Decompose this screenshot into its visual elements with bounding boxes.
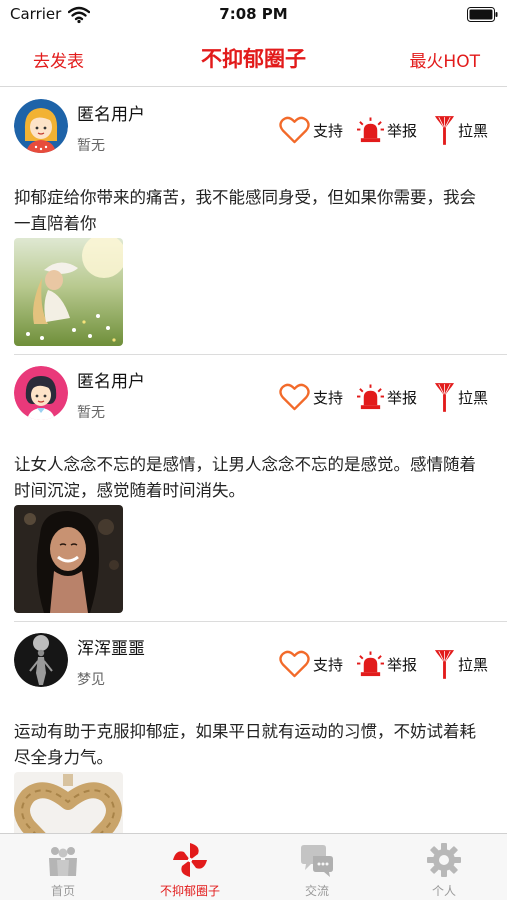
report-label: 举报 (387, 655, 418, 674)
post-content: 运动有助于克服抑郁症，如果平日就有运动的习惯，不妨试着耗尽全身力气。 (14, 722, 476, 767)
post-content: 抑郁症给你带来的痛苦，我不能感同身受，但如果你需要，我会一直陪着你 (14, 188, 476, 233)
post-feed[interactable]: 匿名用户 暂无 支持 举报 拉黑 抑郁症给你带来的痛苦，我不能感同身受，但如果你… (0, 88, 507, 833)
smiling-woman-photo[interactable] (14, 505, 123, 613)
block-button[interactable]: 拉黑 (434, 649, 488, 679)
heart-icon (279, 383, 310, 410)
tab-chat[interactable]: 交流 (254, 834, 380, 900)
support-label: 支持 (313, 655, 344, 674)
status-bar: Carrier 7:08 PM (0, 0, 507, 30)
block-button[interactable]: 拉黑 (434, 115, 488, 145)
post-subtitle: 梦见 (77, 672, 105, 688)
support-button[interactable]: 支持 (279, 115, 343, 145)
people-icon (45, 842, 81, 878)
broom-icon (434, 115, 455, 145)
block-label: 拉黑 (458, 388, 489, 407)
post-username: 匿名用户 (77, 105, 145, 125)
support-button[interactable]: 支持 (279, 382, 343, 412)
post-subtitle: 暂无 (77, 138, 105, 154)
support-button[interactable]: 支持 (279, 649, 343, 679)
broom-icon (434, 649, 455, 679)
heart-icon (279, 116, 310, 143)
alarm-icon (357, 383, 384, 409)
battery-icon (467, 7, 498, 22)
post-subtitle: 暂无 (77, 405, 105, 421)
dark-figure-avatar-icon[interactable] (14, 633, 68, 687)
pinwheel-icon (172, 842, 208, 878)
tab-label: 首页 (50, 884, 75, 898)
clock: 7:08 PM (219, 5, 288, 23)
post-card: 浑浑噩噩 梦见 支持 举报 拉黑 运动有助于克服抑郁症，如果平日就有运动的习惯，… (0, 622, 507, 833)
report-label: 举报 (387, 121, 418, 140)
dark-haired-girl-avatar-icon[interactable] (14, 366, 68, 420)
post-username: 匿名用户 (77, 372, 145, 392)
post-username: 浑浑噩噩 (77, 639, 145, 659)
chat-icon (299, 842, 335, 878)
nav-bar: 去发表 不抑郁圈子 最火HOT (0, 30, 507, 87)
alarm-icon (357, 116, 384, 142)
tab-bar: 首页 不抑郁圈子 交流 个人 (0, 833, 507, 900)
report-button[interactable]: 举报 (357, 382, 417, 412)
tab-home[interactable]: 首页 (0, 834, 126, 900)
support-label: 支持 (313, 121, 344, 140)
tab-profile[interactable]: 个人 (381, 834, 507, 900)
post-card: 匿名用户 暂无 支持 举报 (0, 88, 507, 355)
tab-label: 交流 (304, 884, 329, 898)
block-button[interactable]: 拉黑 (434, 382, 488, 412)
broom-icon (434, 382, 455, 412)
report-button[interactable]: 举报 (357, 115, 417, 145)
tab-circle[interactable]: 不抑郁圈子 (127, 834, 253, 900)
block-label: 拉黑 (458, 121, 489, 140)
alarm-icon (357, 650, 384, 676)
girl-in-meadow-photo[interactable] (14, 238, 123, 346)
blonde-girl-avatar-icon[interactable] (14, 99, 68, 153)
gear-icon (426, 842, 462, 878)
tab-label: 个人 (431, 884, 456, 898)
wooden-heart-photo[interactable] (14, 772, 123, 833)
tab-label: 不抑郁圈子 (159, 884, 220, 898)
support-label: 支持 (313, 388, 344, 407)
post-content: 让女人念念不忘的是感情，让男人念念不忘的是感觉。感情随着时间沉淀，感觉随着时间消… (14, 455, 476, 500)
report-label: 举报 (387, 388, 418, 407)
heart-icon (279, 650, 310, 677)
block-label: 拉黑 (458, 655, 489, 674)
post-card: 匿名用户 暂无 支持 举报 (0, 355, 507, 622)
hot-button[interactable]: 最火HOT (409, 47, 480, 72)
report-button[interactable]: 举报 (357, 649, 417, 679)
